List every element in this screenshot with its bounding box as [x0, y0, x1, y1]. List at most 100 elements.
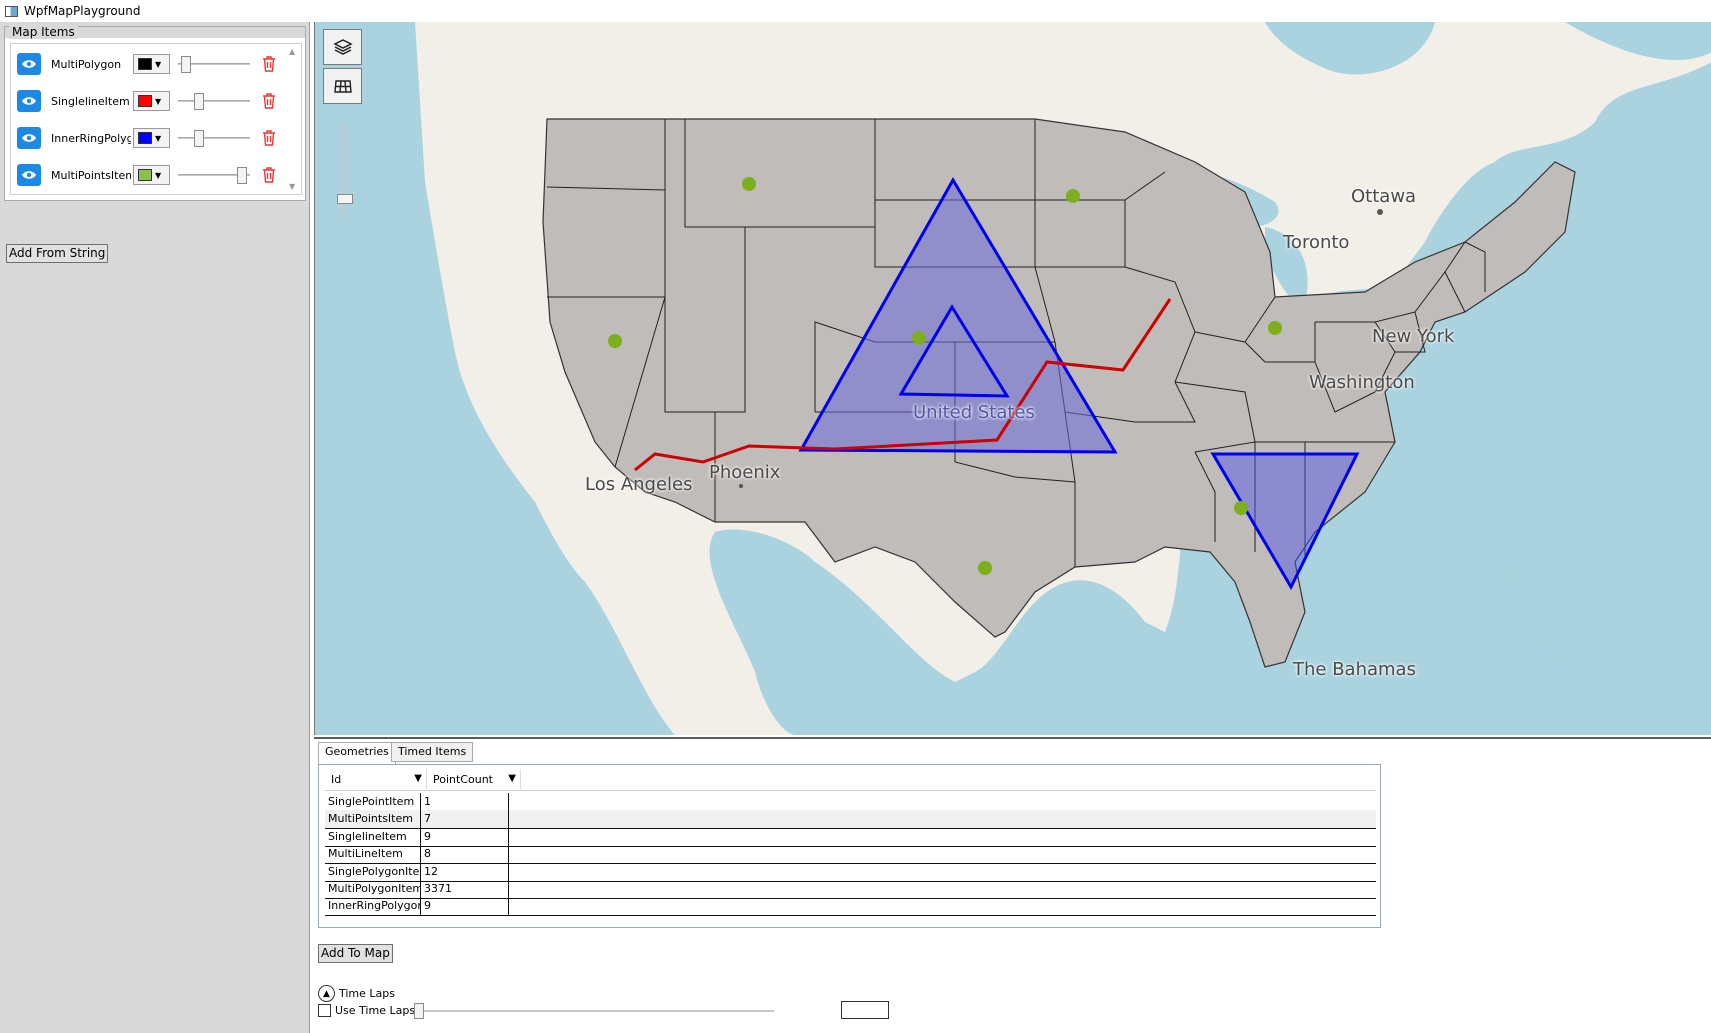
map-item-label: MultiPolygon — [51, 57, 122, 71]
opacity-slider[interactable] — [178, 165, 250, 185]
cell-pointcount: 12 — [421, 862, 509, 882]
color-swatch — [138, 58, 152, 70]
cell-id: SinglePointItem — [325, 793, 421, 812]
app-icon — [5, 5, 18, 17]
opacity-slider[interactable] — [178, 91, 250, 111]
time-laps-slider[interactable] — [414, 1003, 774, 1019]
table-row[interactable]: SinglePointItem 1 — [325, 793, 1376, 812]
cell-pointcount: 3371 — [421, 880, 509, 899]
cell-pointcount: 7 — [421, 810, 509, 830]
map-items-title: Map Items — [9, 25, 78, 39]
add-to-map-button[interactable]: Add To Map — [318, 944, 393, 963]
delete-icon[interactable] — [262, 167, 276, 183]
opacity-slider[interactable] — [178, 128, 250, 148]
label-ottawa: Ottawa — [1351, 186, 1417, 207]
delete-icon[interactable] — [262, 56, 276, 72]
table-row[interactable]: SinglePolygonItem 12 — [325, 862, 1376, 882]
add-from-string-button[interactable]: Add From String — [6, 244, 109, 263]
map-canvas[interactable] — [315, 22, 1711, 735]
list-scrollbar[interactable]: ▲ ▼ — [286, 45, 300, 193]
label-los-angeles: Los Angeles — [585, 474, 693, 495]
label-phoenix: Phoenix — [709, 462, 781, 483]
table-row[interactable]: MultiPointsItem 7 — [325, 810, 1376, 830]
layers-icon — [332, 39, 353, 55]
chevron-up-icon: ▲ — [323, 988, 330, 999]
map-item-label: SinglelineItem — [51, 94, 130, 108]
map-items-list[interactable]: MultiPolygon ▼ SinglelineItem ▼ InnerRingPol… — [10, 43, 302, 195]
map-item-label: InnerRingPolygons — [51, 131, 131, 145]
tab-timed-items[interactable]: Timed Items — [391, 742, 474, 762]
table-row[interactable]: MultiPolygonItem 3371 — [325, 880, 1376, 899]
color-picker[interactable]: ▼ — [133, 128, 170, 148]
chevron-down-icon: ▼ — [155, 133, 162, 143]
opacity-slider[interactable] — [178, 54, 250, 74]
layers-button[interactable] — [323, 29, 362, 65]
time-laps-value-box[interactable] — [841, 1001, 889, 1019]
use-time-laps-label: Use Time Laps — [335, 1004, 416, 1017]
color-swatch — [138, 169, 152, 181]
tab-geometries[interactable]: Geometries — [318, 742, 396, 764]
visibility-toggle-button[interactable] — [17, 90, 41, 112]
table-row[interactable]: MultiLineItem 8 — [325, 845, 1376, 865]
table-row[interactable]: SinglelineItem 9 — [325, 827, 1376, 847]
color-swatch — [138, 95, 152, 107]
delete-icon[interactable] — [262, 93, 276, 109]
delete-icon[interactable] — [262, 130, 276, 146]
visibility-toggle-button[interactable] — [17, 164, 41, 186]
map-items-group: Map Items MultiPolygon ▼ SinglelineItem ▼ In… — [4, 25, 306, 201]
color-picker[interactable]: ▼ — [133, 165, 170, 185]
grid-icon — [333, 80, 352, 93]
use-time-laps-checkbox[interactable] — [318, 1004, 331, 1017]
label-new-york: New York — [1372, 326, 1455, 347]
cell-id: MultiLineItem — [325, 845, 421, 865]
opacity-slider-thumb[interactable] — [181, 56, 191, 73]
visibility-toggle-button[interactable] — [17, 53, 41, 75]
filter-icon[interactable]: ▼ — [414, 773, 422, 784]
map-view[interactable]: Ottawa Toronto New York Washington Unite… — [314, 22, 1711, 735]
grid-header: Id ▼ PointCount ▼ — [325, 769, 1376, 791]
label-washington: Washington — [1309, 372, 1415, 393]
chevron-down-icon: ▼ — [155, 170, 162, 180]
map-item-row: InnerRingPolygons ▼ — [17, 123, 287, 153]
cell-id: MultiPointsItem — [325, 810, 421, 830]
grid-button[interactable] — [323, 68, 362, 104]
bottom-panel: Geometries Timed Items Id ▼ PointCount ▼… — [314, 737, 1711, 1033]
zoom-slider-thumb[interactable] — [337, 194, 353, 204]
map-item-row: MultiPolygon ▼ — [17, 49, 287, 79]
label-united-states: United States — [913, 402, 1035, 423]
window-title: WpfMapPlayground — [24, 4, 141, 18]
filter-icon[interactable]: ▼ — [508, 773, 516, 784]
cell-id: InnerRingPolygons — [325, 897, 421, 917]
cell-id: SinglelineItem — [325, 827, 421, 847]
table-row[interactable]: InnerRingPolygons 9 — [325, 897, 1376, 917]
opacity-slider-thumb[interactable] — [194, 130, 204, 147]
color-picker[interactable]: ▼ — [133, 54, 170, 74]
cell-pointcount: 1 — [421, 793, 509, 812]
map-item-label: MultiPointsItem — [51, 168, 131, 182]
time-laps-slider-thumb[interactable] — [414, 1003, 424, 1019]
cell-id: MultiPolygonItem — [325, 880, 421, 899]
cell-pointcount: 8 — [421, 845, 509, 865]
map-item-row: MultiPointsItem ▼ — [17, 160, 287, 190]
label-toronto: Toronto — [1283, 232, 1350, 253]
geometries-grid[interactable]: Id ▼ PointCount ▼ SinglePointItem 1 MultiP… — [318, 764, 1381, 928]
cell-id: SinglePolygonItem — [325, 862, 421, 882]
cell-pointcount: 9 — [421, 827, 509, 847]
color-swatch — [138, 132, 152, 144]
column-pointcount[interactable]: PointCount ▼ — [427, 769, 521, 791]
color-picker[interactable]: ▼ — [133, 91, 170, 111]
eye-icon — [22, 60, 36, 68]
eye-icon — [22, 134, 36, 142]
label-bahamas: The Bahamas — [1293, 659, 1416, 680]
title-bar: WpfMapPlayground — [0, 0, 1711, 22]
time-laps-expander[interactable]: ▲ — [318, 985, 335, 1002]
eye-icon — [22, 97, 36, 105]
column-id[interactable]: Id ▼ — [325, 769, 427, 791]
scroll-up-icon[interactable]: ▲ — [289, 47, 295, 56]
visibility-toggle-button[interactable] — [17, 127, 41, 149]
scroll-down-icon[interactable]: ▼ — [289, 182, 295, 191]
map-item-row: SinglelineItem ▼ — [17, 86, 287, 116]
opacity-slider-thumb[interactable] — [194, 93, 204, 110]
zoom-slider[interactable] — [337, 124, 353, 218]
opacity-slider-thumb[interactable] — [237, 167, 247, 184]
